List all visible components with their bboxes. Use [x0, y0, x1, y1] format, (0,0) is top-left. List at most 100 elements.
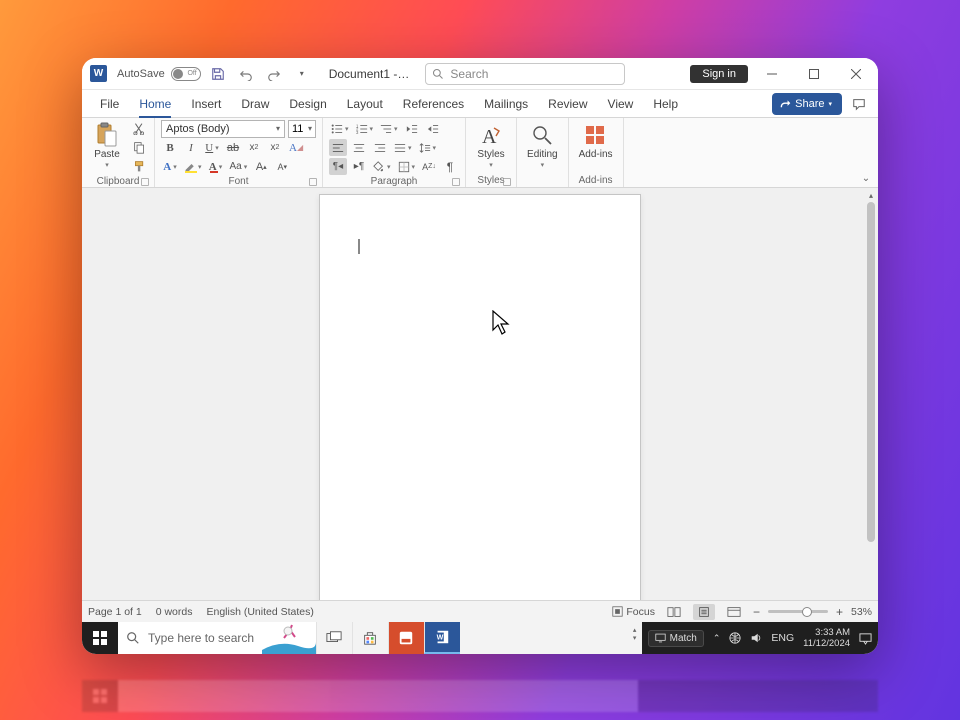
tab-design[interactable]: Design: [279, 90, 336, 117]
strikethrough-button[interactable]: ab: [224, 139, 242, 156]
autosave-toggle[interactable]: Off: [171, 67, 201, 81]
document-area[interactable]: ▴: [82, 188, 878, 600]
highlight-button[interactable]: [182, 158, 204, 175]
scrollbar-thumb[interactable]: [867, 202, 875, 542]
language-indicator[interactable]: ENG: [771, 632, 794, 644]
network-icon[interactable]: [729, 632, 741, 644]
comments-button[interactable]: [848, 90, 870, 117]
font-launcher-icon[interactable]: [309, 178, 317, 186]
numbering-button[interactable]: 123: [354, 120, 376, 137]
show-marks-button[interactable]: ¶: [441, 158, 459, 175]
copy-button[interactable]: [130, 139, 148, 156]
rtl-button[interactable]: ▸¶: [350, 158, 368, 175]
tab-mailings[interactable]: Mailings: [474, 90, 538, 117]
document-page[interactable]: [319, 194, 641, 600]
tab-layout[interactable]: Layout: [337, 90, 393, 117]
zoom-level[interactable]: 53%: [851, 606, 872, 618]
undo-button[interactable]: [235, 63, 257, 85]
scroll-up-icon[interactable]: ▴: [864, 188, 878, 202]
collapse-ribbon-button[interactable]: ⌄: [858, 171, 874, 185]
editing-button[interactable]: Editing ▾: [523, 120, 562, 171]
read-mode-button[interactable]: [663, 604, 685, 620]
taskbar-word-button[interactable]: W: [424, 622, 460, 654]
font-family-input[interactable]: Aptos (Body) ▾: [161, 120, 285, 138]
tab-home[interactable]: Home: [129, 90, 181, 117]
tab-help[interactable]: Help: [643, 90, 688, 117]
page-count[interactable]: Page 1 of 1: [88, 606, 142, 618]
start-button[interactable]: [82, 622, 118, 654]
print-layout-button[interactable]: [693, 604, 715, 620]
zoom-out-button[interactable]: −: [753, 605, 760, 619]
shading-button[interactable]: [371, 158, 393, 175]
subscript-button[interactable]: x2: [245, 139, 263, 156]
clock[interactable]: 3:33 AM 11/12/2024: [803, 627, 850, 649]
addins-button[interactable]: Add-ins: [575, 120, 617, 162]
qat-customize-icon[interactable]: ▾: [291, 63, 313, 85]
vertical-scrollbar[interactable]: ▴: [864, 188, 878, 600]
font-size-value: 11: [292, 123, 303, 135]
sort-button[interactable]: AZ↓: [420, 158, 438, 175]
paste-button[interactable]: Paste ▾: [88, 120, 126, 171]
web-layout-button[interactable]: [723, 604, 745, 620]
taskbar-app-orange[interactable]: [388, 622, 424, 654]
tab-review[interactable]: Review: [538, 90, 597, 117]
bold-button[interactable]: B: [161, 139, 179, 156]
tray-chevron-icon[interactable]: ⌃: [713, 633, 721, 644]
redo-button[interactable]: [263, 63, 285, 85]
grow-font-button[interactable]: A▴: [252, 158, 270, 175]
taskbar-search-input[interactable]: Type here to search: [118, 622, 316, 654]
tab-references[interactable]: References: [393, 90, 474, 117]
save-button[interactable]: [207, 63, 229, 85]
justify-button[interactable]: [392, 139, 414, 156]
font-color-button[interactable]: A: [207, 158, 225, 175]
font-size-input[interactable]: 11 ▾: [288, 120, 316, 138]
underline-button[interactable]: U: [203, 139, 221, 156]
bullets-button[interactable]: [329, 120, 351, 137]
tab-draw[interactable]: Draw: [231, 90, 279, 117]
tab-file[interactable]: File: [90, 90, 129, 117]
styles-button[interactable]: A Styles ▾: [472, 120, 510, 171]
zoom-in-button[interactable]: +: [836, 605, 843, 619]
styles-launcher-icon[interactable]: [503, 178, 511, 186]
minimize-button[interactable]: [754, 59, 790, 89]
italic-button[interactable]: I: [182, 139, 200, 156]
format-painter-button[interactable]: [130, 158, 148, 175]
increase-indent-button[interactable]: [424, 120, 442, 137]
match-button[interactable]: Match: [648, 630, 704, 647]
superscript-button[interactable]: x2: [266, 139, 284, 156]
cut-button[interactable]: [130, 120, 148, 137]
ltr-button[interactable]: ¶◂: [329, 158, 347, 175]
zoom-slider[interactable]: [768, 610, 828, 613]
maximize-button[interactable]: [796, 59, 832, 89]
font-family-value: Aptos (Body): [166, 123, 230, 135]
text-effects-button[interactable]: A: [161, 158, 179, 175]
focus-mode-button[interactable]: Focus: [612, 606, 655, 618]
clipboard-group-label: Clipboard: [97, 176, 140, 187]
tab-insert[interactable]: Insert: [181, 90, 231, 117]
volume-icon[interactable]: [750, 632, 762, 644]
notifications-icon[interactable]: [859, 632, 872, 645]
word-count[interactable]: 0 words: [156, 606, 193, 618]
store-button[interactable]: [352, 622, 388, 654]
paragraph-launcher-icon[interactable]: [452, 178, 460, 186]
tab-view[interactable]: View: [598, 90, 644, 117]
signin-button[interactable]: Sign in: [690, 65, 748, 83]
multilevel-list-button[interactable]: [378, 120, 400, 137]
clipboard-launcher-icon[interactable]: [141, 178, 149, 186]
line-spacing-button[interactable]: [417, 139, 439, 156]
ribbon-group-font: Aptos (Body) ▾ 11 ▾ B I U ab x2 x2: [155, 118, 323, 187]
shrink-font-button[interactable]: A▾: [273, 158, 291, 175]
borders-button[interactable]: [396, 158, 418, 175]
language-status[interactable]: English (United States): [206, 606, 313, 618]
align-left-button[interactable]: [329, 139, 347, 156]
close-button[interactable]: [838, 59, 874, 89]
task-view-button[interactable]: [316, 622, 352, 654]
change-case-button[interactable]: Aa: [228, 158, 250, 175]
clear-formatting-button[interactable]: A◢: [287, 139, 305, 156]
align-center-button[interactable]: [350, 139, 368, 156]
taskbar-overflow-icon[interactable]: ▴▾: [630, 626, 640, 642]
share-button[interactable]: Share ▾: [772, 93, 842, 115]
search-input[interactable]: Search: [425, 63, 625, 85]
align-right-button[interactable]: [371, 139, 389, 156]
decrease-indent-button[interactable]: [403, 120, 421, 137]
